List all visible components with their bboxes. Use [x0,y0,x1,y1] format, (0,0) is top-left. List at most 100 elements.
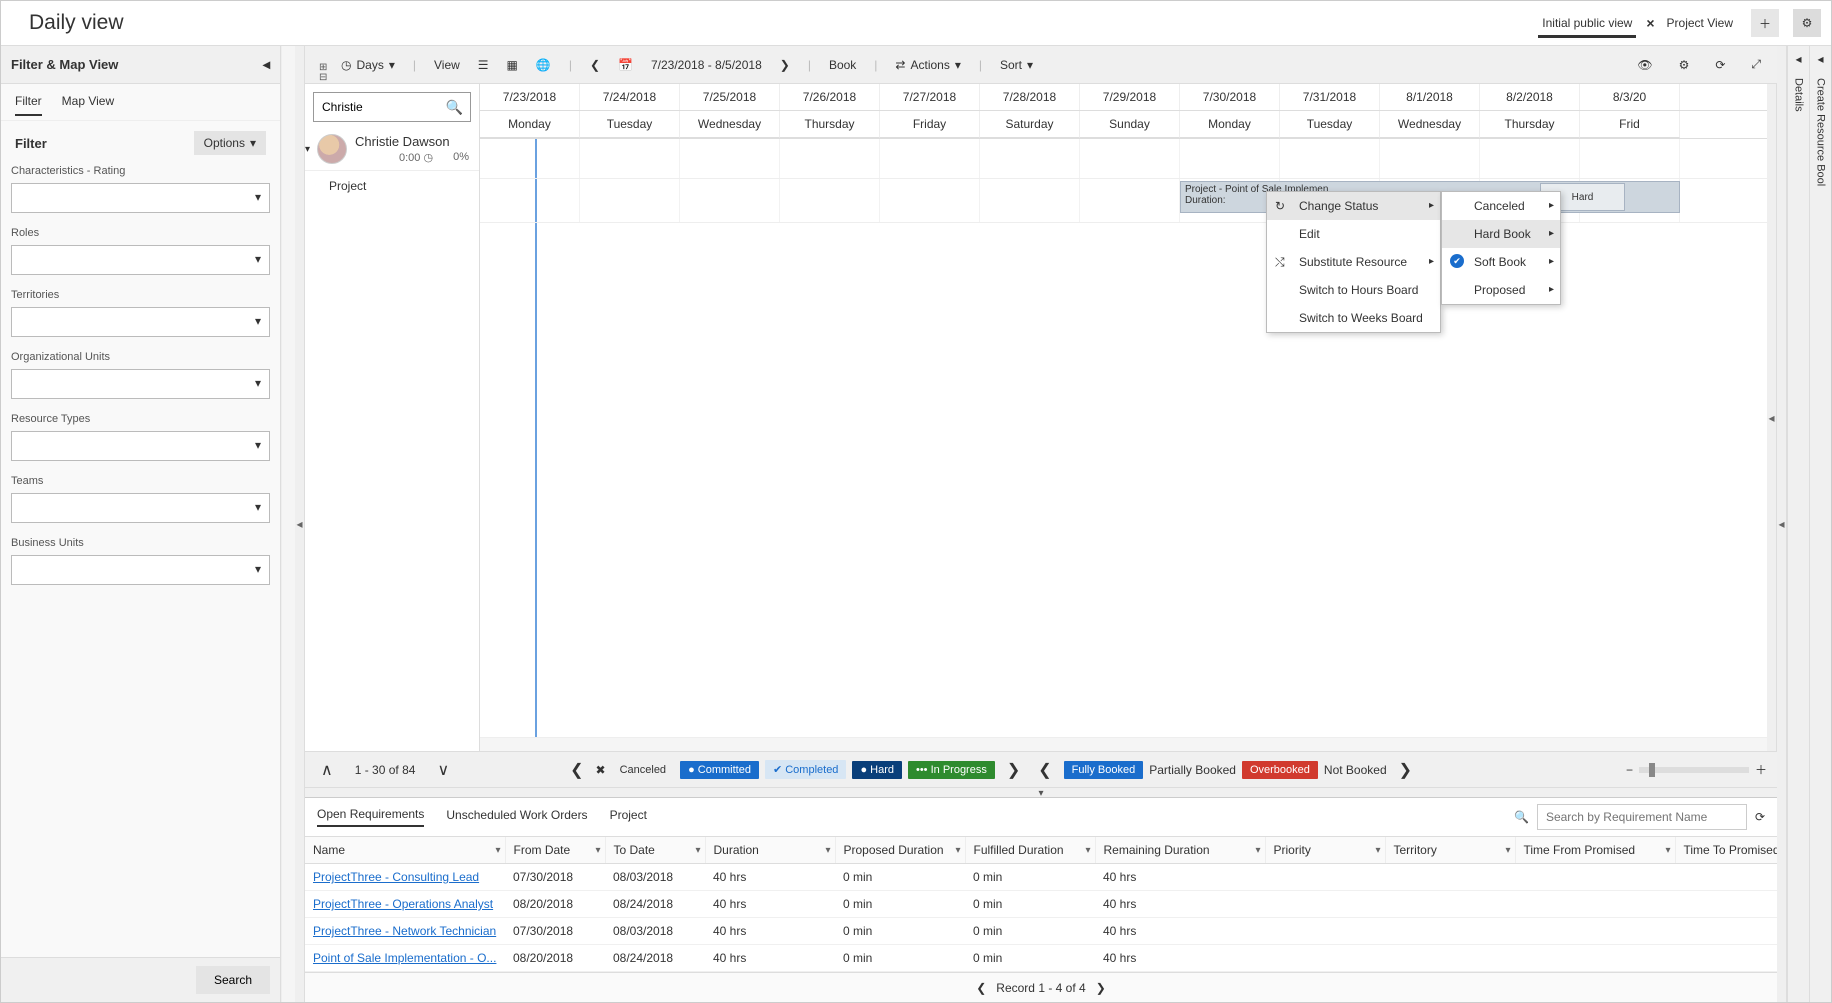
calendar-cell[interactable] [780,139,880,178]
legend-prev2-icon[interactable]: ❮ [1032,760,1057,780]
column-header[interactable]: From Date▾ [505,837,605,864]
table-row[interactable]: ProjectThree - Operations Analyst 08/20/… [305,891,1777,918]
filter-select-5[interactable] [11,493,270,523]
calendar-cell[interactable] [1480,139,1580,178]
calendar-cell[interactable] [680,139,780,178]
rail-details[interactable]: Details [1791,72,1807,118]
column-header[interactable]: Fulfilled Duration▾ [965,837,1095,864]
chevron-down-icon[interactable]: ▾ [955,845,960,856]
calendar-cell[interactable] [780,179,880,222]
settings-button[interactable]: ⚙ [1793,9,1821,37]
menu-item[interactable]: Switch to Weeks Board [1267,304,1440,332]
view-list-button[interactable]: ☰ [472,54,495,76]
close-icon[interactable]: × [1646,15,1654,31]
tab-open-requirements[interactable]: Open Requirements [317,807,424,827]
expand-handle-rail[interactable]: ◂ [1777,46,1787,1002]
calendar-cell[interactable] [1280,139,1380,178]
calendar-cell[interactable] [980,139,1080,178]
legend-next2-icon[interactable]: ❯ [1393,760,1418,780]
split-handle[interactable]: ▾ [305,787,1777,797]
chevron-down-icon[interactable]: ▾ [1375,845,1380,856]
menu-item[interactable]: Switch to Hours Board [1267,276,1440,304]
chevron-down-icon[interactable]: ▾ [595,845,600,856]
column-header[interactable]: Territory▾ [1385,837,1515,864]
zoom-slider[interactable] [1639,767,1749,773]
calendar-icon[interactable]: 📅 [612,54,639,76]
page-first-icon[interactable]: ∧ [315,760,339,780]
rail-collapse-icon[interactable]: ◂ [1817,52,1823,66]
requirement-search-input[interactable] [1537,804,1747,830]
column-header[interactable]: Time From Promised▾ [1515,837,1675,864]
filter-select-6[interactable] [11,555,270,585]
column-header[interactable]: Proposed Duration▾ [835,837,965,864]
horizontal-scrollbar[interactable] [480,737,1767,751]
filter-select-1[interactable] [11,245,270,275]
column-header[interactable]: To Date▾ [605,837,705,864]
calendar-cell[interactable] [580,179,680,222]
filter-select-3[interactable] [11,369,270,399]
calendar-cell[interactable] [1180,139,1280,178]
chevron-down-icon[interactable]: ▾ [495,845,500,856]
menu-item[interactable]: Edit [1267,220,1440,248]
filter-select-0[interactable] [11,183,270,213]
chevron-down-icon[interactable]: ▾ [1665,845,1670,856]
menu-item[interactable]: ⤭Substitute Resource▸ [1267,248,1440,276]
zoom-out-icon[interactable]: − [1626,763,1633,777]
tab-unscheduled-work-orders[interactable]: Unscheduled Work Orders [446,808,587,826]
calendar-cell[interactable] [1080,139,1180,178]
prev-range-button[interactable]: ❮ [584,54,606,76]
filter-options-button[interactable]: Options▾ [194,131,266,155]
actions-dropdown[interactable]: ⇄Actions▾ [889,54,966,76]
search-button[interactable]: Search [196,966,270,994]
calendar-cell[interactable] [880,179,980,222]
next-range-button[interactable]: ❯ [774,54,796,76]
requirement-link[interactable]: ProjectThree - Operations Analyst [313,897,493,911]
legend-prev-icon[interactable]: ❮ [564,760,589,780]
calendar-cell[interactable] [480,179,580,222]
fullscreen-icon[interactable]: ⤢ [1745,53,1767,76]
column-header[interactable]: Remaining Duration▾ [1095,837,1265,864]
requirement-link[interactable]: ProjectThree - Consulting Lead [313,870,479,884]
tab-map-view[interactable]: Map View [62,94,114,116]
add-view-button[interactable]: ＋ [1751,9,1779,37]
table-row[interactable]: Point of Sale Implementation - O... 08/2… [305,945,1777,972]
tab-project-view[interactable]: Project View [1663,10,1737,36]
column-header[interactable]: Time To Promised▾ [1675,837,1777,864]
record-prev-icon[interactable]: ❮ [976,981,986,995]
table-row[interactable]: ProjectThree - Network Technician 07/30/… [305,918,1777,945]
refresh-icon[interactable]: ⟳ [1755,810,1765,824]
collapse-resource-icon[interactable]: ▾ [305,144,310,155]
book-button[interactable]: Book [823,54,862,76]
submenu-item[interactable]: Soft Book▸ [1442,248,1560,276]
requirement-link[interactable]: ProjectThree - Network Technician [313,924,496,938]
search-icon[interactable]: 🔍 [1514,810,1529,824]
expand-all-icon[interactable]: ⊞⊟ [319,63,331,83]
filter-select-4[interactable] [11,431,270,461]
column-header[interactable]: Name▾ [305,837,505,864]
collapse-left-icon[interactable]: ◂ [263,56,270,73]
filter-scrollbar[interactable] [281,46,295,1002]
zoom-in-icon[interactable]: ＋ [1755,761,1767,778]
submenu-item[interactable]: Canceled▸ [1442,192,1560,220]
tab-initial-public-view[interactable]: Initial public view [1538,10,1636,36]
eye-icon[interactable]: 👁 [1631,54,1658,76]
search-icon[interactable]: 🔍 [446,99,463,116]
submenu-item[interactable]: Hard Book▸ [1442,220,1560,248]
refresh-icon[interactable]: ⟳ [1709,54,1731,76]
days-dropdown[interactable]: ◷Days▾ [335,54,401,76]
view-grid-button[interactable]: ▦ [501,54,524,76]
toolbar-gear-icon[interactable]: ⚙ [1673,54,1696,76]
column-header[interactable]: Duration▾ [705,837,835,864]
view-map-button[interactable]: 🌐 [530,54,557,76]
calendar-cell[interactable] [1380,139,1480,178]
chevron-down-icon[interactable]: ▾ [1255,845,1260,856]
table-row[interactable]: ProjectThree - Consulting Lead 07/30/201… [305,864,1777,891]
column-header[interactable]: Priority▾ [1265,837,1385,864]
calendar-cell[interactable] [680,179,780,222]
rail-create-booking[interactable]: Create Resource Bool [1813,72,1829,192]
date-range[interactable]: 7/23/2018 - 8/5/2018 [645,54,768,76]
page-last-icon[interactable]: ∨ [431,760,455,780]
tab-project[interactable]: Project [610,808,647,826]
sort-dropdown[interactable]: Sort▾ [994,54,1039,76]
tab-filter[interactable]: Filter [15,94,42,116]
